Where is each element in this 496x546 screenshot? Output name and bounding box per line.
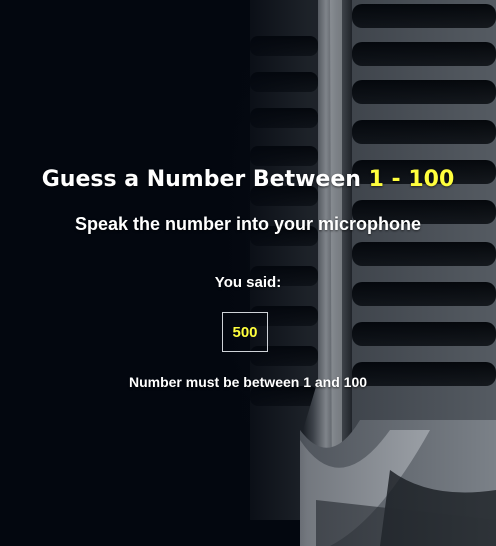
- spoken-number-value: 500: [232, 323, 258, 341]
- page-title: Guess a Number Between 1 - 100: [0, 165, 496, 195]
- game-container: Guess a Number Between 1 - 100 Speak the…: [0, 0, 496, 546]
- validation-message: Number must be between 1 and 100: [128, 374, 368, 390]
- content-overlay: Guess a Number Between 1 - 100 Speak the…: [0, 0, 496, 546]
- instruction-text: Speak the number into your microphone: [74, 214, 422, 234]
- you-said-label: You said:: [214, 274, 282, 291]
- title-prefix: Guess a Number Between: [41, 167, 369, 192]
- spoken-number-box: 500: [222, 312, 268, 352]
- title-range: 1 - 100: [368, 167, 455, 192]
